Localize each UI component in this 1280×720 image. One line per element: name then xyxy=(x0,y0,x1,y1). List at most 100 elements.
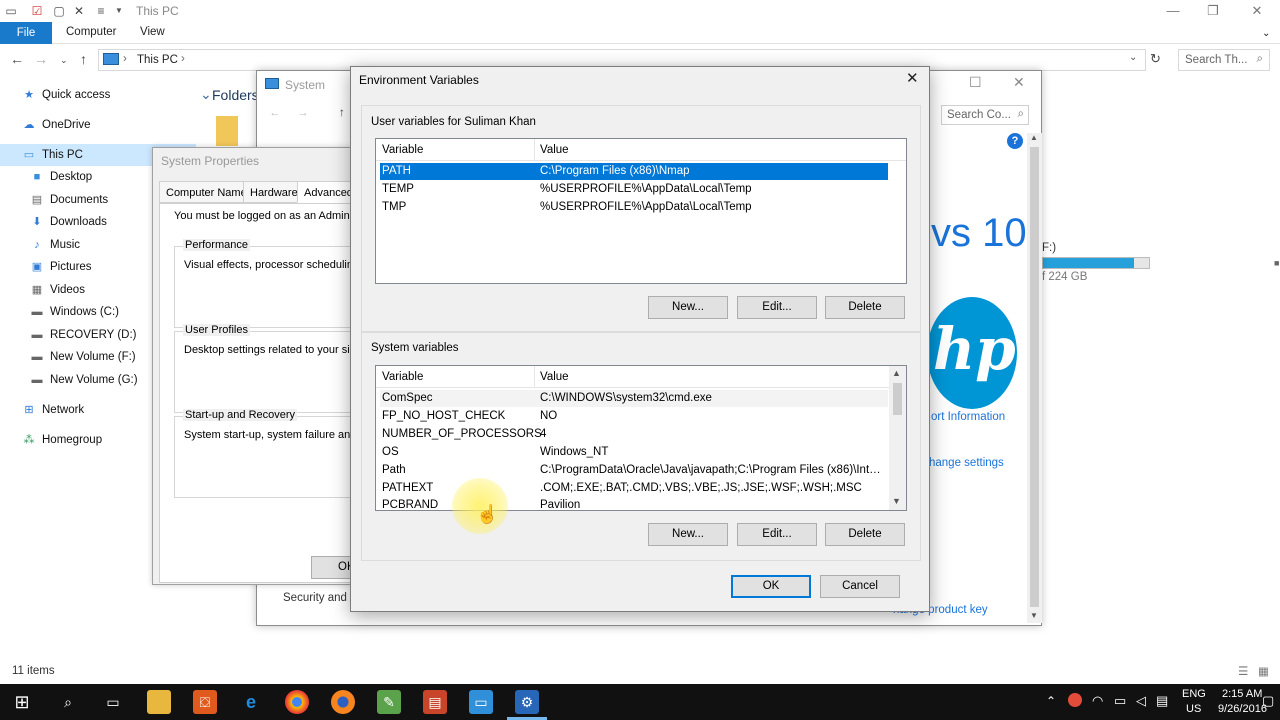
drive-f-size: f 224 GB xyxy=(1042,271,1088,283)
table-row[interactable]: FP_NO_HOST_CHECK NO xyxy=(380,408,888,425)
scroll-thumb[interactable] xyxy=(1030,147,1039,607)
scroll-up-icon[interactable]: ▲ xyxy=(892,368,901,378)
clock-date[interactable]: 9/26/2016 xyxy=(1218,703,1267,715)
scroll-down-icon[interactable]: ▼ xyxy=(892,496,901,506)
maximize-icon[interactable]: ☐ xyxy=(969,74,982,91)
tab-computer[interactable]: Computer xyxy=(66,26,117,38)
properties-icon[interactable]: ☑ xyxy=(30,4,44,18)
vertical-scrollbar[interactable]: ▲ ▼ xyxy=(889,366,906,510)
back-arrow-icon[interactable]: ← xyxy=(269,107,281,119)
edge-icon[interactable]: e xyxy=(239,690,263,714)
new-folder-icon[interactable]: ▢ xyxy=(52,4,66,18)
help-icon[interactable]: ? xyxy=(1007,133,1023,149)
volume-icon[interactable]: ◁ xyxy=(1136,693,1146,709)
folders-group-header[interactable]: Folders xyxy=(212,87,259,103)
clock-time[interactable]: 2:15 AM xyxy=(1222,688,1262,700)
security-maintenance-link[interactable]: Security and M xyxy=(283,592,360,604)
restore-icon[interactable]: ❐ xyxy=(1190,2,1236,20)
back-arrow-icon[interactable]: ← xyxy=(10,51,24,67)
notification-icon[interactable]: ▢ xyxy=(1262,693,1274,709)
control-panel-search[interactable]: Search Co... ⌕ xyxy=(941,105,1029,125)
drive-icon: ▬ xyxy=(31,306,43,318)
variable-value: C:\ProgramData\Oracle\Java\javapath;C:\P… xyxy=(540,464,884,476)
tray-chevron-icon[interactable]: ⌃ xyxy=(1046,694,1056,708)
up-arrow-icon[interactable]: ↑ xyxy=(80,51,87,67)
table-row[interactable]: ComSpec C:\WINDOWS\system32\cmd.exe xyxy=(380,390,888,407)
firefox-icon[interactable] xyxy=(331,690,355,714)
table-row[interactable]: PATH C:\Program Files (x86)\Nmap xyxy=(380,163,888,180)
scroll-up-icon[interactable]: ▲ xyxy=(1030,133,1038,142)
battery-icon[interactable]: ▭ xyxy=(1114,693,1126,709)
table-row[interactable]: TEMP %USERPROFILE%\AppData\Local\Temp xyxy=(380,181,888,198)
vertical-scrollbar[interactable]: ▲ ▼ xyxy=(1027,133,1042,623)
address-dropdown-icon[interactable]: ⌄ xyxy=(1129,52,1137,63)
close-icon[interactable]: ✕ xyxy=(906,69,919,87)
chevron-down-icon[interactable]: ⌄ xyxy=(1262,28,1270,39)
cancel-button[interactable]: Cancel xyxy=(820,575,900,598)
rename-icon[interactable]: ≡ xyxy=(94,4,108,18)
sidebar-item-quick-access[interactable]: ★ Quick access xyxy=(0,84,196,106)
forward-arrow-icon[interactable]: → xyxy=(297,107,309,119)
search-icon[interactable]: ⌕ xyxy=(56,690,80,714)
file-explorer-icon[interactable] xyxy=(147,690,171,714)
scroll-thumb[interactable] xyxy=(893,383,902,415)
chevron-down-icon[interactable]: ▼ xyxy=(112,4,126,18)
user-new-button[interactable]: New... xyxy=(648,296,728,319)
task-view-icon[interactable]: ▭ xyxy=(101,690,125,714)
change-settings-link[interactable]: hange settings xyxy=(929,457,1004,469)
delete-icon[interactable]: ✕ xyxy=(72,4,86,18)
sidebar-item-onedrive[interactable]: ☁ OneDrive xyxy=(0,114,196,136)
region-indicator[interactable]: US xyxy=(1186,703,1201,715)
tab-hardware[interactable]: Hardware xyxy=(243,181,305,203)
folder-icon[interactable] xyxy=(216,116,238,146)
table-row[interactable]: NUMBER_OF_PROCESSORS 4 xyxy=(380,426,888,443)
language-indicator[interactable]: ENG xyxy=(1182,688,1206,700)
column-header-variable[interactable]: Variable xyxy=(382,371,423,383)
tray-app-icon[interactable] xyxy=(1068,693,1082,707)
chrome-icon[interactable] xyxy=(285,690,309,714)
remote-desktop-icon[interactable]: ▭ xyxy=(469,690,493,714)
breadcrumb[interactable]: This PC xyxy=(137,54,178,66)
tiles-view-icon[interactable]: ▦ xyxy=(1258,664,1269,678)
tab-file[interactable]: File xyxy=(0,22,52,44)
table-row[interactable]: OS Windows_NT xyxy=(380,444,888,461)
system-delete-button[interactable]: Delete xyxy=(825,523,905,546)
system-edit-button[interactable]: Edit... xyxy=(737,523,817,546)
user-edit-button[interactable]: Edit... xyxy=(737,296,817,319)
action-center-icon[interactable]: ▤ xyxy=(1156,693,1168,709)
scroll-down-icon[interactable]: ▼ xyxy=(1030,611,1038,620)
close-icon[interactable]: ✕ xyxy=(1013,74,1025,91)
up-arrow-icon[interactable]: ↑ xyxy=(339,107,345,119)
drive-f-label: F:) xyxy=(1042,242,1057,254)
recent-chevron-icon[interactable]: ⌄ xyxy=(60,55,68,66)
windows-start-icon[interactable]: ⊞ xyxy=(10,690,34,714)
table-row[interactable]: Path C:\ProgramData\Oracle\Java\javapath… xyxy=(380,462,888,479)
user-variables-list[interactable]: Variable Value PATH C:\Program Files (x8… xyxy=(375,138,907,284)
user-delete-button[interactable]: Delete xyxy=(825,296,905,319)
variable-value: Pavilion xyxy=(540,499,581,511)
wifi-icon[interactable]: ◠ xyxy=(1092,693,1103,709)
system-variables-list[interactable]: Variable Value ComSpec C:\WINDOWS\system… xyxy=(375,365,907,511)
breadcrumb-chevron-icon[interactable]: › xyxy=(181,53,185,65)
refresh-icon[interactable]: ↻ xyxy=(1150,51,1161,67)
support-information-link[interactable]: ort Information xyxy=(931,411,1005,423)
powerpoint-icon[interactable]: ▤ xyxy=(423,690,447,714)
tab-view[interactable]: View xyxy=(140,26,165,38)
system-new-button[interactable]: New... xyxy=(648,523,728,546)
table-row[interactable]: TMP %USERPROFILE%\AppData\Local\Temp xyxy=(380,199,888,216)
tab-computer-name[interactable]: Computer Name xyxy=(159,181,254,203)
close-icon[interactable]: ✕ xyxy=(1234,2,1280,20)
store-icon[interactable]: ⛋ xyxy=(193,690,217,714)
folders-chevron-icon[interactable]: ⌄ xyxy=(200,86,212,103)
column-header-value[interactable]: Value xyxy=(540,144,569,156)
user-profiles-title: User Profiles xyxy=(183,324,250,336)
forward-arrow-icon[interactable]: → xyxy=(34,51,48,67)
search-input[interactable]: Search Th... ⌕ xyxy=(1178,49,1270,71)
variable-name: PCBRAND xyxy=(382,499,439,511)
column-header-value[interactable]: Value xyxy=(540,371,569,383)
details-view-icon[interactable]: ☰ xyxy=(1238,664,1248,678)
column-header-variable[interactable]: Variable xyxy=(382,144,423,156)
ok-button[interactable]: OK xyxy=(731,575,811,598)
control-panel-icon[interactable]: ⚙ xyxy=(515,690,539,714)
notepad-plus-icon[interactable]: ✎ xyxy=(377,690,401,714)
